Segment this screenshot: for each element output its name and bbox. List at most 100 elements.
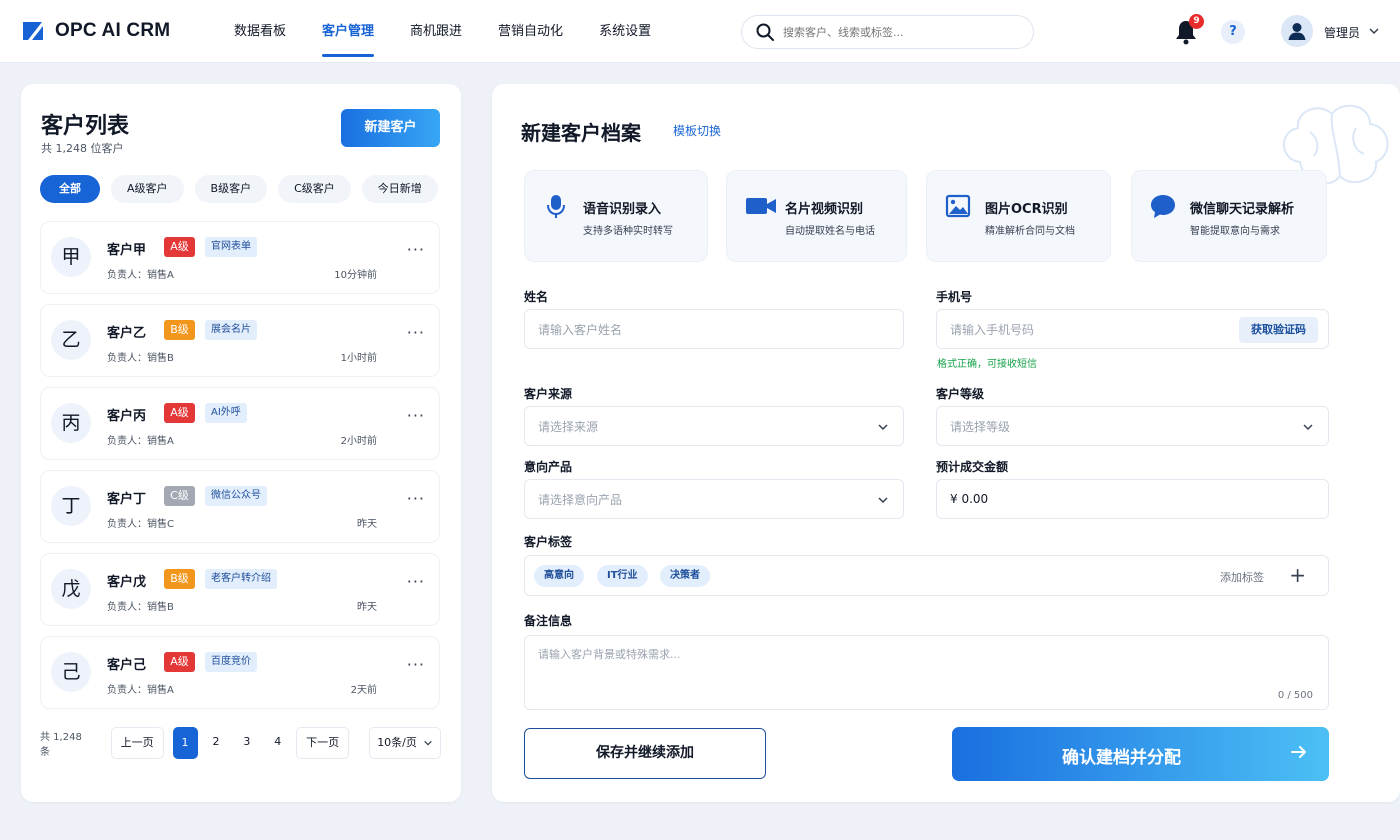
more-options-icon[interactable]: ··· — [407, 406, 425, 425]
more-options-icon[interactable]: ··· — [407, 655, 425, 674]
page-1-button[interactable]: 1 — [172, 727, 198, 759]
product-label: 意向产品 — [524, 460, 573, 474]
customer-avatar: 丙 — [51, 403, 91, 443]
customer-avatar: 甲 — [51, 237, 91, 277]
confirm-and-assign-button[interactable]: 确认建档并分配 — [952, 727, 1329, 781]
customer-owner: 负责人：销售A — [107, 270, 174, 281]
level-badge: A级 — [164, 237, 195, 257]
customer-time: 1小时前 — [340, 353, 377, 364]
customer-card[interactable]: 丁 客户丁 C级 微信公众号 负责人：销售C 昨天 ··· — [40, 470, 440, 543]
customer-avatar: 乙 — [51, 320, 91, 360]
customer-owner: 负责人：销售B — [107, 602, 174, 613]
source-badge: 展会名片 — [205, 320, 257, 340]
source-badge: 微信公众号 — [205, 486, 267, 506]
customer-name: 客户丙 — [107, 409, 147, 424]
chevron-down-icon — [424, 740, 432, 746]
filter-all[interactable]: 全部 — [40, 175, 100, 203]
nav-item-customers[interactable]: 客户管理 — [322, 0, 375, 63]
chevron-down-icon[interactable] — [1368, 25, 1380, 37]
nav-item-dashboard[interactable]: 数据看板 — [234, 0, 286, 63]
tool-subtitle: 智能提取意向与需求 — [1190, 226, 1280, 237]
source-placeholder: 请选择来源 — [538, 419, 599, 434]
filter-today-new[interactable]: 今日新增 — [361, 175, 438, 203]
add-tag-input[interactable]: 添加标签 — [1220, 569, 1264, 585]
customer-name: 客户己 — [107, 658, 147, 673]
form-title: 新建客户档案 — [521, 121, 641, 145]
customer-card[interactable]: 丙 客户丙 A级 AI外呼 负责人：销售A 2小时前 ··· — [40, 387, 440, 460]
card-video-tool[interactable]: 名片视频识别 自动提取姓名与电话 — [726, 170, 907, 262]
tag-chip[interactable]: 决策者 — [660, 565, 710, 587]
customer-card[interactable]: 乙 客户乙 B级 展会名片 负责人：销售B 1小时前 ··· — [40, 304, 440, 377]
template-switch-link[interactable]: 模板切换 — [673, 122, 721, 139]
filter-level-a[interactable]: A级客户 — [111, 175, 184, 203]
image-ocr-tool[interactable]: 图片OCR识别 精准解析合同与文档 — [926, 170, 1111, 262]
tool-title: 微信聊天记录解析 — [1190, 202, 1295, 217]
nav-item-opportunities[interactable]: 商机跟进 — [410, 0, 462, 63]
source-badge: 官网表单 — [205, 237, 257, 257]
submit-label: 确认建档并分配 — [1062, 748, 1181, 768]
phone-placeholder: 请输入手机号码 — [950, 322, 1035, 337]
phone-label: 手机号 — [936, 290, 973, 304]
customer-avatar: 戊 — [51, 569, 91, 609]
level-badge: A级 — [164, 652, 195, 672]
customer-name: 客户戊 — [107, 575, 147, 590]
get-code-button[interactable]: 获取验证码 — [1239, 317, 1318, 343]
arrow-right-icon — [1291, 746, 1306, 758]
more-options-icon[interactable]: ··· — [407, 489, 425, 508]
next-page-button[interactable]: 下一页 — [296, 727, 350, 759]
user-name[interactable]: 管理员 — [1324, 24, 1360, 41]
amount-input[interactable]: ¥ 0.00 — [936, 479, 1329, 519]
filter-level-c[interactable]: C级客户 — [278, 175, 351, 203]
more-options-icon[interactable]: ··· — [407, 323, 425, 342]
page-2-button[interactable]: 2 — [203, 727, 229, 759]
phone-validation-hint: 格式正确，可接收短信 — [937, 359, 1037, 370]
customer-name: 客户甲 — [107, 243, 147, 258]
more-options-icon[interactable]: ··· — [407, 240, 425, 259]
source-label: 客户来源 — [524, 387, 573, 401]
app-name: OPC AI CRM — [55, 20, 171, 41]
wechat-parse-tool[interactable]: 微信聊天记录解析 智能提取意向与需求 — [1131, 170, 1327, 262]
customer-card[interactable]: 戊 客户戊 B级 老客户转介绍 负责人：销售B 昨天 ··· — [40, 553, 440, 626]
product-select[interactable]: 请选择意向产品 — [524, 479, 904, 519]
chevron-down-icon — [878, 424, 888, 431]
notes-label: 备注信息 — [524, 614, 573, 628]
name-label: 姓名 — [524, 290, 549, 304]
customer-card[interactable]: 己 客户己 A级 百度竞价 负责人：销售A 2天前 ··· — [40, 636, 440, 709]
add-tag-icon[interactable]: + — [1289, 563, 1306, 587]
product-placeholder: 请选择意向产品 — [538, 492, 623, 507]
image-icon — [945, 194, 971, 218]
name-input[interactable]: 请输入客户姓名 — [524, 309, 904, 349]
prev-page-button[interactable]: 上一页 — [110, 727, 164, 759]
save-and-continue-button[interactable]: 保存并继续添加 — [524, 728, 766, 779]
nav-item-marketing[interactable]: 营销自动化 — [498, 0, 563, 63]
page-size-select[interactable]: 10条/页 — [369, 727, 442, 759]
customer-time: 昨天 — [357, 602, 377, 613]
page-3-button[interactable]: 3 — [234, 727, 260, 759]
customer-avatar: 丁 — [51, 486, 91, 526]
help-icon[interactable]: ? — [1221, 20, 1245, 44]
voice-input-tool[interactable]: 语音识别录入 支持多语种实时转写 — [524, 170, 708, 262]
user-avatar[interactable] — [1281, 15, 1313, 47]
more-options-icon[interactable]: ··· — [407, 572, 425, 591]
phone-input[interactable]: 请输入手机号码 获取验证码 — [936, 309, 1329, 349]
new-customer-button[interactable]: 新建客户 — [341, 109, 440, 147]
source-select[interactable]: 请选择来源 — [524, 406, 904, 446]
microphone-icon — [547, 195, 565, 218]
app-logo[interactable]: OPC AI CRM — [20, 19, 170, 43]
pagination: 共 1,248 条 上一页 1 2 3 4 下一页 10条/页 — [40, 726, 442, 760]
level-badge: B级 — [164, 569, 195, 589]
tool-subtitle: 支持多语种实时转写 — [583, 226, 673, 237]
filter-level-b[interactable]: B级客户 — [194, 175, 268, 203]
tool-title: 图片OCR识别 — [985, 202, 1068, 217]
search-input[interactable] — [783, 25, 1013, 39]
page-4-button[interactable]: 4 — [265, 727, 291, 759]
tags-field: 高意向 IT行业 决策者 添加标签 + — [524, 555, 1329, 596]
tool-title: 语音识别录入 — [583, 202, 662, 217]
customer-card[interactable]: 甲 客户甲 A级 官网表单 负责人：销售A 10分钟前 ··· — [40, 221, 440, 294]
notes-textarea[interactable]: 请输入客户背景或特殊需求... 0 / 500 — [524, 635, 1329, 710]
nav-item-settings[interactable]: 系统设置 — [599, 0, 651, 63]
tag-chip[interactable]: 高意向 — [534, 565, 584, 587]
customer-time: 2小时前 — [340, 436, 377, 447]
level-select[interactable]: 请选择等级 — [936, 406, 1329, 446]
tag-chip[interactable]: IT行业 — [597, 565, 648, 587]
